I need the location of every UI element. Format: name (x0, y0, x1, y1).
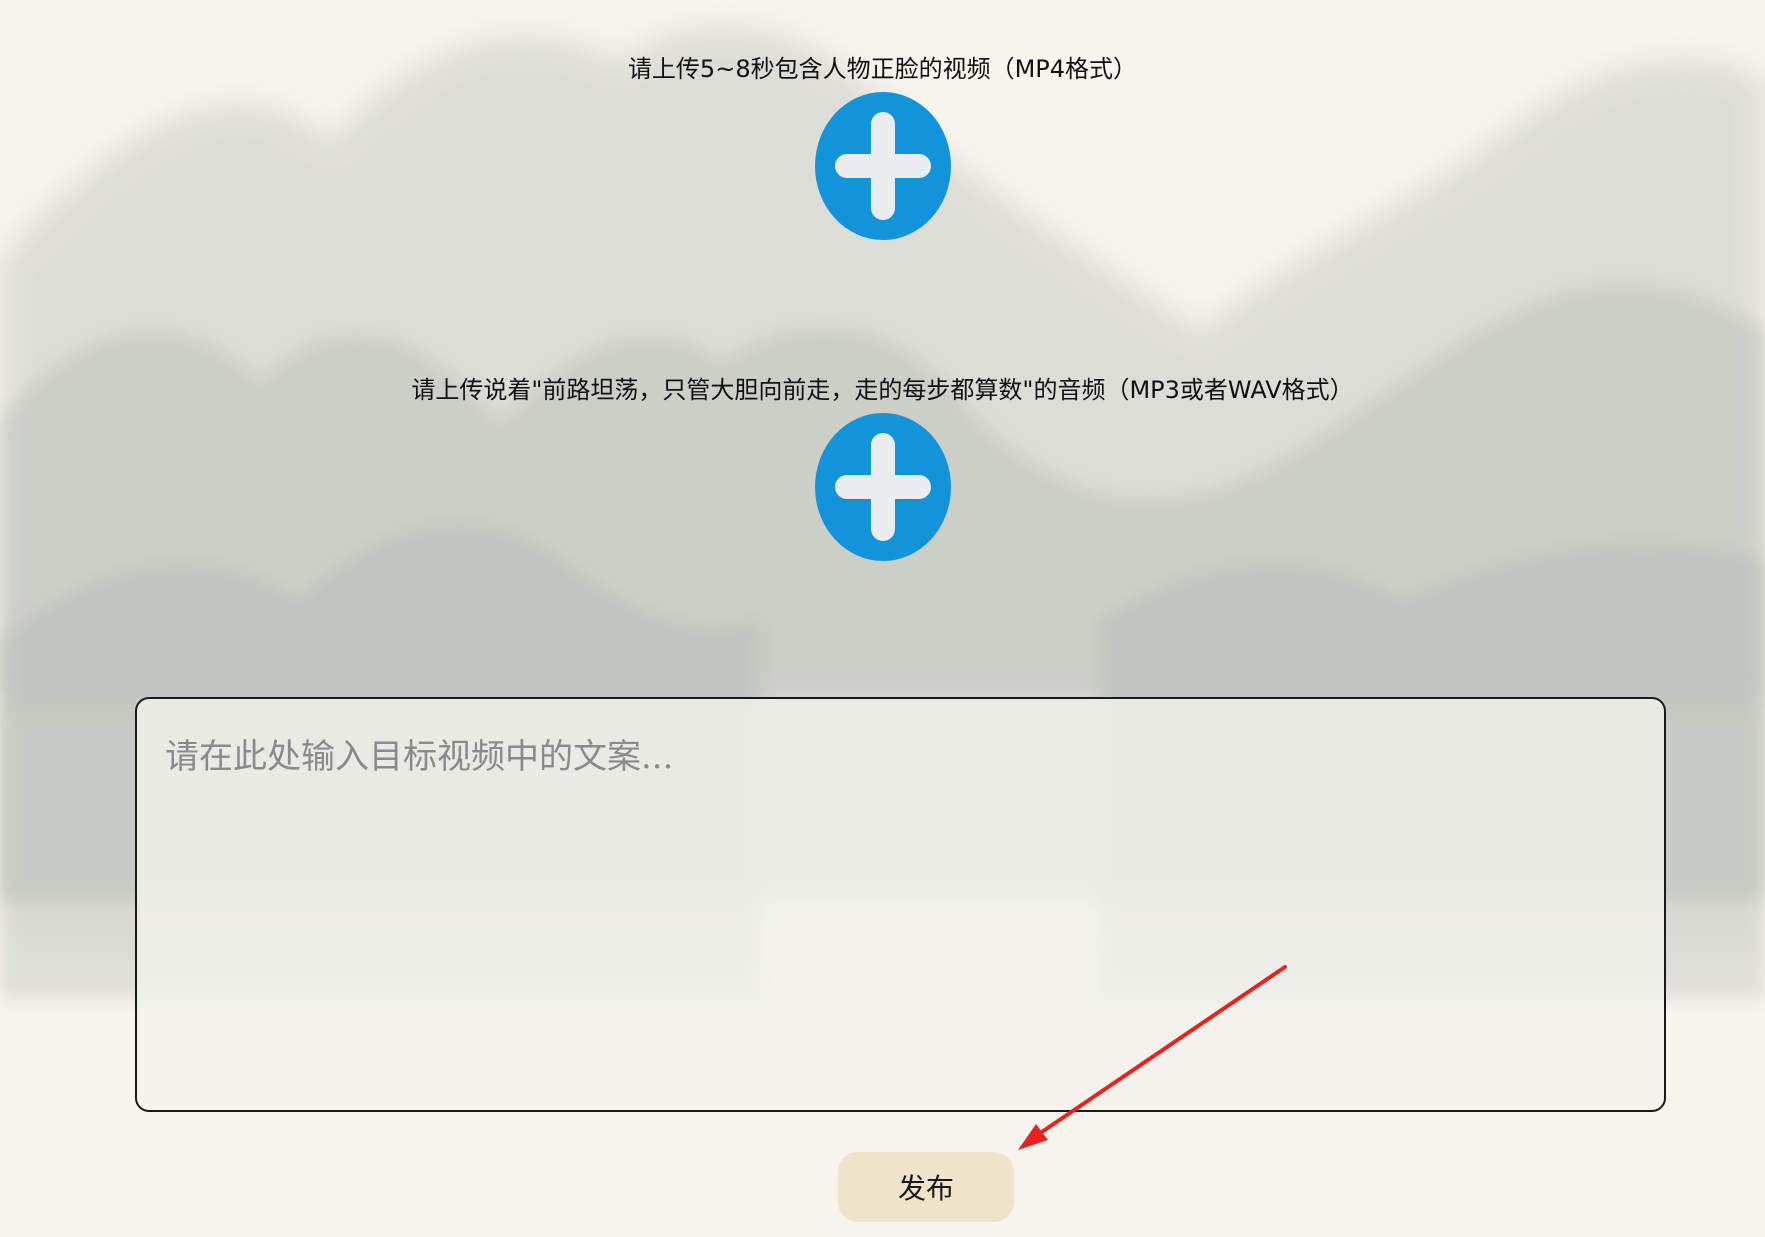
video-upload-section: 请上传5~8秒包含人物正脸的视频（MP4格式） (0, 52, 1765, 240)
audio-upload-label: 请上传说着"前路坦荡，只管大胆向前走，走的每步都算数"的音频（MP3或者WAV格… (411, 376, 1354, 404)
publish-button[interactable]: 发布 (838, 1152, 1014, 1222)
plus-circle-icon (814, 92, 951, 240)
upload-audio-button[interactable] (814, 413, 951, 561)
plus-circle-icon (814, 413, 951, 561)
upload-video-button[interactable] (814, 92, 951, 240)
video-upload-label: 请上传5~8秒包含人物正脸的视频（MP4格式） (627, 55, 1138, 83)
audio-upload-section: 请上传说着"前路坦荡，只管大胆向前走，走的每步都算数"的音频（MP3或者WAV格… (0, 373, 1765, 561)
caption-input[interactable] (135, 697, 1666, 1112)
